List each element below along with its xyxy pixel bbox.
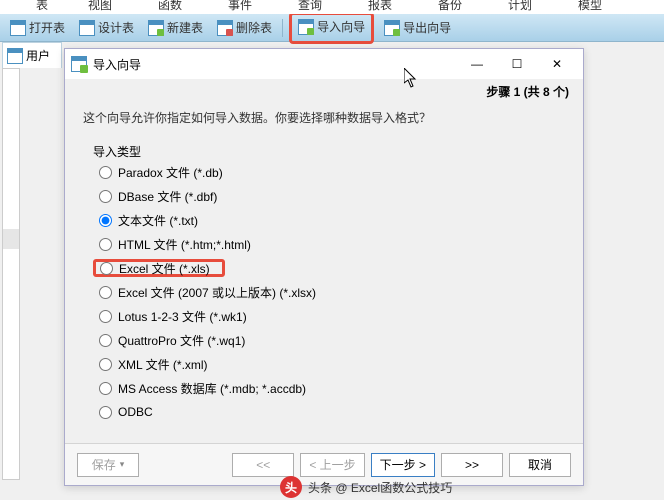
radio-excel-xlsx[interactable]: Excel 文件 (2007 或以上版本) (*.xlsx) — [97, 283, 563, 301]
step-indicator: 步骤 1 (共 8 个) — [486, 83, 569, 100]
save-button[interactable]: 保存 — [77, 453, 139, 477]
menu-item[interactable]: 函数 — [158, 0, 182, 13]
design-table-label: 设计表 — [98, 19, 134, 36]
next-button[interactable]: 下一步 > — [371, 453, 435, 477]
radio-label: Excel 文件 (*.xls) — [119, 260, 210, 277]
toutiao-logo-icon: 头 — [280, 476, 302, 498]
menu-item[interactable]: 备份 — [438, 0, 462, 13]
radio-odbc[interactable]: ODBC — [97, 403, 563, 421]
delete-table-button[interactable]: 删除表 — [213, 17, 276, 39]
radio-input[interactable] — [99, 286, 112, 299]
export-wizard-button[interactable]: 导出向导 — [380, 17, 455, 39]
radio-xml[interactable]: XML 文件 (*.xml) — [97, 355, 563, 373]
open-table-label: 打开表 — [29, 19, 65, 36]
left-tab-label: 用户 — [26, 47, 50, 64]
cancel-button[interactable]: 取消 — [509, 453, 571, 477]
toolbar: 打开表 设计表 新建表 删除表 导入向导 导出向导 — [0, 14, 664, 42]
radio-input[interactable] — [99, 214, 112, 227]
left-panel — [2, 68, 20, 480]
import-wizard-dialog: 导入向导 — ☐ ✕ 步骤 1 (共 8 个) 这个向导允许你指定如何导入数据。… — [64, 48, 584, 486]
radio-label: Lotus 1-2-3 文件 (*.wk1) — [118, 308, 247, 325]
radio-label: Excel 文件 (2007 或以上版本) (*.xlsx) — [118, 284, 316, 301]
radio-label: DBase 文件 (*.dbf) — [118, 188, 217, 205]
radio-input[interactable] — [99, 310, 112, 323]
radio-label: QuattroPro 文件 (*.wq1) — [118, 332, 245, 349]
left-panel-stripe — [3, 229, 19, 249]
import-wizard-icon — [71, 56, 87, 72]
first-button[interactable]: << — [232, 453, 294, 477]
radio-label: 文本文件 (*.txt) — [118, 212, 198, 229]
table-new-icon — [148, 20, 164, 36]
import-wizard-label: 导入向导 — [317, 18, 365, 35]
close-button[interactable]: ✕ — [537, 50, 577, 78]
new-table-button[interactable]: 新建表 — [144, 17, 207, 39]
radio-text[interactable]: 文本文件 (*.txt) — [97, 211, 563, 229]
table-icon — [7, 48, 23, 64]
export-icon — [384, 20, 400, 36]
menu-item[interactable]: 查询 — [298, 0, 322, 13]
delete-table-label: 删除表 — [236, 19, 272, 36]
menu-item[interactable]: 报表 — [368, 0, 392, 13]
import-wizard-button[interactable]: 导入向导 — [294, 16, 369, 38]
menu-item[interactable]: 视图 — [88, 0, 112, 13]
prev-button[interactable]: < 上一步 — [300, 453, 364, 477]
new-table-label: 新建表 — [167, 19, 203, 36]
design-table-button[interactable]: 设计表 — [75, 17, 138, 39]
radio-excel-xls[interactable]: Excel 文件 (*.xls) — [93, 259, 225, 277]
radio-label: Paradox 文件 (*.db) — [118, 164, 223, 181]
radio-input[interactable] — [99, 166, 112, 179]
maximize-button[interactable]: ☐ — [497, 50, 537, 78]
left-tab-user[interactable]: 用户 — [2, 42, 62, 68]
menu-item[interactable]: 计划 — [508, 0, 532, 13]
radio-input[interactable] — [99, 334, 112, 347]
export-wizard-label: 导出向导 — [403, 19, 451, 36]
radio-paradox[interactable]: Paradox 文件 (*.db) — [97, 163, 563, 181]
dialog-title: 导入向导 — [93, 56, 457, 73]
import-type-radio-group: Paradox 文件 (*.db) DBase 文件 (*.dbf) 文本文件 … — [97, 163, 563, 421]
radio-label: MS Access 数据库 (*.mdb; *.accdb) — [118, 380, 306, 397]
toolbar-separator — [282, 19, 283, 37]
radio-html[interactable]: HTML 文件 (*.htm;*.html) — [97, 235, 563, 253]
import-wizard-highlight: 导入向导 — [289, 12, 374, 44]
dialog-titlebar[interactable]: 导入向导 — ☐ ✕ — [65, 49, 583, 79]
table-delete-icon — [217, 20, 233, 36]
radio-dbase[interactable]: DBase 文件 (*.dbf) — [97, 187, 563, 205]
last-button[interactable]: >> — [441, 453, 503, 477]
radio-access[interactable]: MS Access 数据库 (*.mdb; *.accdb) — [97, 379, 563, 397]
watermark-text: 头条 @ Excel函数公式技巧 — [308, 479, 452, 496]
wizard-prompt: 这个向导允许你指定如何导入数据。你要选择哪种数据导入格式？ — [83, 109, 431, 126]
menubar: 表 视图 函数 事件 查询 报表 备份 计划 模型 — [0, 0, 664, 14]
minimize-button[interactable]: — — [457, 50, 497, 78]
watermark: 头 头条 @ Excel函数公式技巧 — [280, 476, 664, 498]
open-table-button[interactable]: 打开表 — [6, 17, 69, 39]
radio-label: HTML 文件 (*.htm;*.html) — [118, 236, 251, 253]
radio-lotus[interactable]: Lotus 1-2-3 文件 (*.wk1) — [97, 307, 563, 325]
radio-quattropro[interactable]: QuattroPro 文件 (*.wq1) — [97, 331, 563, 349]
import-icon — [298, 19, 314, 35]
table-icon — [79, 20, 95, 36]
menu-item[interactable]: 事件 — [228, 0, 252, 13]
radio-label: ODBC — [118, 405, 153, 419]
window-buttons: — ☐ ✕ — [457, 50, 577, 78]
import-type-label: 导入类型 — [93, 143, 141, 160]
radio-input[interactable] — [99, 358, 112, 371]
radio-input[interactable] — [99, 406, 112, 419]
menu-item[interactable]: 表 — [36, 0, 48, 13]
radio-input[interactable] — [99, 382, 112, 395]
radio-label: XML 文件 (*.xml) — [118, 356, 208, 373]
table-icon — [10, 20, 26, 36]
radio-input[interactable] — [99, 190, 112, 203]
radio-input[interactable] — [99, 238, 112, 251]
radio-input[interactable] — [100, 262, 113, 275]
menu-item[interactable]: 模型 — [578, 0, 602, 13]
